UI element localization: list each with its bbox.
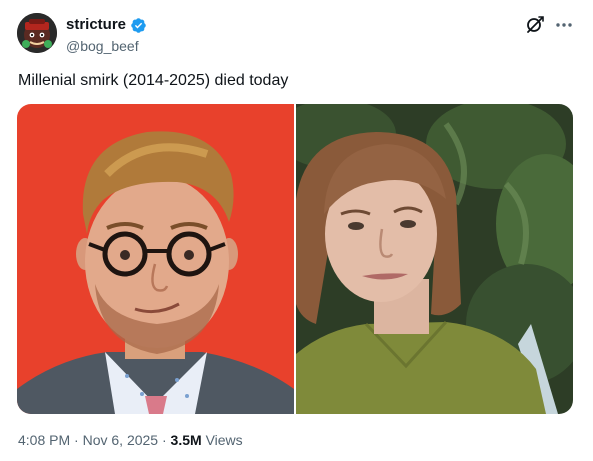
- post-date[interactable]: Nov 6, 2025: [83, 432, 159, 448]
- verified-badge-icon: [130, 17, 147, 34]
- avatar-image: [17, 13, 57, 53]
- media-grid: [17, 104, 573, 414]
- views-label: Views: [205, 432, 243, 448]
- woman-photo-image: [296, 104, 573, 414]
- post-time[interactable]: 4:08 PM: [18, 432, 70, 448]
- grok-icon[interactable]: [524, 14, 546, 36]
- author-avatar[interactable]: [17, 13, 57, 53]
- media-photo-left[interactable]: [17, 104, 294, 414]
- tweet-card: stricture @bog_beef Millenial smirk (201…: [0, 0, 593, 461]
- post-meta: 4:08 PM · Nov 6, 2025 · 3.5M Views: [18, 431, 243, 449]
- media-photo-right[interactable]: [296, 104, 573, 414]
- more-options-icon[interactable]: [553, 14, 575, 36]
- views-count: 3.5M: [170, 432, 202, 448]
- man-photo-image: [17, 104, 294, 414]
- author-name-row[interactable]: stricture: [66, 16, 147, 34]
- meta-separator-1: ·: [74, 432, 79, 448]
- author-name[interactable]: stricture: [66, 16, 126, 34]
- tweet-text: Millenial smirk (2014-2025) died today: [18, 72, 289, 89]
- meta-separator-2: ·: [161, 432, 167, 448]
- author-handle[interactable]: @bog_beef: [66, 38, 139, 54]
